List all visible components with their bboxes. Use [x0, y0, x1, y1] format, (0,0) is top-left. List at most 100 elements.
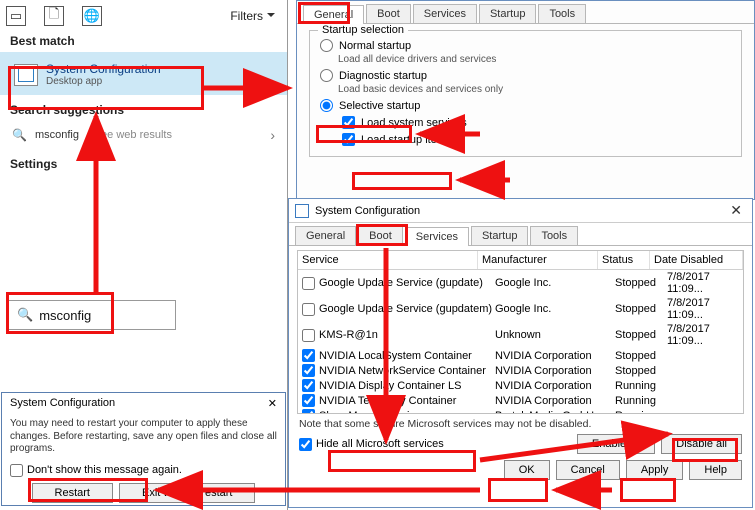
dialog-message: You may need to restart your computer to…: [10, 412, 277, 464]
search-icon: 🔍: [17, 307, 33, 323]
table-row[interactable]: ShareMouse Service BartelsMedia GmbH Run…: [298, 408, 743, 414]
services-table: Service Manufacturer Status Date Disable…: [297, 250, 744, 414]
dont-show-checkbox[interactable]: Don't show this message again.: [10, 464, 277, 483]
close-icon[interactable]: ✕: [726, 202, 746, 219]
search-bar[interactable]: 🔍: [8, 300, 176, 330]
cell-service: NVIDIA LocalSystem Container: [319, 350, 495, 362]
table-row[interactable]: NVIDIA Display Container LS NVIDIA Corpo…: [298, 378, 743, 393]
recent-icon[interactable]: ▭: [6, 6, 26, 26]
cell-status: Running: [615, 380, 667, 392]
window-title: System Configuration: [315, 205, 420, 217]
cell-status: Stopped: [615, 303, 667, 315]
tab-services[interactable]: Services: [413, 4, 477, 23]
cell-manufacturer: Unknown: [495, 329, 615, 341]
disable-all-button[interactable]: Disable all: [661, 434, 742, 454]
enable-all-button[interactable]: Enable all: [577, 434, 655, 454]
col-status[interactable]: Status: [598, 251, 650, 269]
restart-dialog: System Configuration ✕ You may need to r…: [1, 392, 286, 506]
col-date[interactable]: Date Disabled: [650, 251, 743, 269]
search-input[interactable]: [39, 308, 149, 323]
cell-service: ShareMouse Service: [319, 410, 495, 415]
ok-button[interactable]: OK: [504, 460, 550, 480]
cell-date: 7/8/2017 11:09...: [667, 271, 743, 295]
msconfig-general-window: General Boot Services Startup Tools Star…: [296, 0, 755, 200]
service-checkbox[interactable]: [302, 349, 315, 362]
service-checkbox[interactable]: [302, 303, 315, 316]
load-startup-items-checkbox[interactable]: Load startup items: [320, 131, 731, 148]
close-icon[interactable]: ✕: [268, 397, 277, 410]
tab-startup[interactable]: Startup: [479, 4, 536, 23]
cell-status: Running: [615, 395, 667, 407]
cancel-button[interactable]: Cancel: [556, 460, 620, 480]
note-text: Note that some secure Microsoft services…: [289, 416, 752, 432]
normal-label: Normal startup: [339, 40, 411, 52]
tab-general[interactable]: General: [303, 5, 364, 24]
help-button[interactable]: Help: [689, 460, 742, 480]
restart-button[interactable]: Restart: [32, 483, 113, 503]
best-match-item[interactable]: System Configuration Desktop app: [0, 52, 287, 95]
chevron-right-icon: ›: [270, 127, 275, 143]
normal-startup-radio[interactable]: Normal startup: [320, 37, 731, 54]
msconfig-services-window: System Configuration ✕ General Boot Serv…: [288, 198, 753, 508]
tab-startup[interactable]: Startup: [471, 226, 528, 245]
diagnostic-startup-radio[interactable]: Diagnostic startup: [320, 67, 731, 84]
cell-service: Google Update Service (gupdate): [319, 277, 495, 289]
load-system-services-checkbox[interactable]: Load system services: [320, 114, 731, 131]
selective-label: Selective startup: [339, 100, 420, 112]
service-checkbox[interactable]: [302, 277, 315, 290]
hide-label: Hide all Microsoft services: [316, 438, 444, 450]
cell-manufacturer: NVIDIA Corporation: [495, 380, 615, 392]
service-checkbox[interactable]: [302, 394, 315, 407]
dont-show-label: Don't show this message again.: [27, 464, 182, 476]
service-checkbox[interactable]: [302, 329, 315, 342]
app-icon: [14, 64, 38, 86]
col-service[interactable]: Service: [298, 251, 478, 269]
col-manufacturer[interactable]: Manufacturer: [478, 251, 598, 269]
table-row[interactable]: NVIDIA LocalSystem Container NVIDIA Corp…: [298, 348, 743, 363]
cell-status: Running: [615, 410, 667, 415]
group-title: Startup selection: [318, 24, 408, 36]
best-match-header: Best match: [0, 26, 287, 52]
tabs: General Boot Services Startup Tools: [297, 1, 754, 24]
web-icon[interactable]: 🌐: [82, 6, 102, 26]
cell-service: NVIDIA Display Container LS: [319, 380, 495, 392]
tab-tools[interactable]: Tools: [538, 4, 586, 23]
tabs: General Boot Services Startup Tools: [289, 223, 752, 246]
normal-desc: Load all device drivers and services: [320, 54, 496, 65]
table-row[interactable]: Google Update Service (gupdatem) Google …: [298, 296, 743, 322]
service-checkbox[interactable]: [302, 364, 315, 377]
app-icon: [295, 204, 309, 218]
table-row[interactable]: NVIDIA NetworkService Container NVIDIA C…: [298, 363, 743, 378]
cell-manufacturer: NVIDIA Corporation: [495, 395, 615, 407]
table-row[interactable]: KMS-R@1n Unknown Stopped 7/8/2017 11:09.…: [298, 322, 743, 348]
hide-microsoft-checkbox[interactable]: Hide all Microsoft services: [299, 438, 444, 451]
service-checkbox[interactable]: [302, 379, 315, 392]
cell-service: Google Update Service (gupdatem): [319, 303, 495, 315]
cell-service: NVIDIA Telemetry Container: [319, 395, 495, 407]
tab-boot[interactable]: Boot: [366, 4, 411, 23]
best-match-subtitle: Desktop app: [46, 76, 161, 87]
selective-startup-radio[interactable]: Selective startup: [320, 97, 731, 114]
cell-manufacturer: Google Inc.: [495, 303, 615, 315]
table-row[interactable]: Google Update Service (gupdate) Google I…: [298, 270, 743, 296]
dialog-title: System Configuration: [10, 397, 115, 410]
table-row[interactable]: NVIDIA Telemetry Container NVIDIA Corpor…: [298, 393, 743, 408]
cell-date: 7/8/2017 11:09...: [667, 323, 743, 347]
diag-desc: Load basic devices and services only: [320, 84, 503, 95]
search-suggestions-header: Search suggestions: [0, 95, 287, 121]
tab-services[interactable]: Services: [405, 227, 469, 246]
cell-service: KMS-R@1n: [319, 329, 495, 341]
tab-boot[interactable]: Boot: [358, 226, 403, 245]
document-icon[interactable]: 🗋: [44, 6, 64, 26]
tab-general[interactable]: General: [295, 226, 356, 245]
apply-button[interactable]: Apply: [626, 460, 684, 480]
search-suggestion-item[interactable]: 🔍 msconfig - See web results ›: [0, 121, 287, 149]
exit-without-restart-button[interactable]: Exit without restart: [119, 483, 255, 503]
load-sys-label: Load system services: [361, 117, 467, 129]
diag-label: Diagnostic startup: [339, 70, 427, 82]
filters-dropdown[interactable]: Filters: [230, 9, 281, 23]
tab-tools[interactable]: Tools: [530, 226, 578, 245]
cell-status: Stopped: [615, 277, 667, 289]
service-checkbox[interactable]: [302, 409, 315, 414]
cell-date: 7/8/2017 11:09...: [667, 297, 743, 321]
